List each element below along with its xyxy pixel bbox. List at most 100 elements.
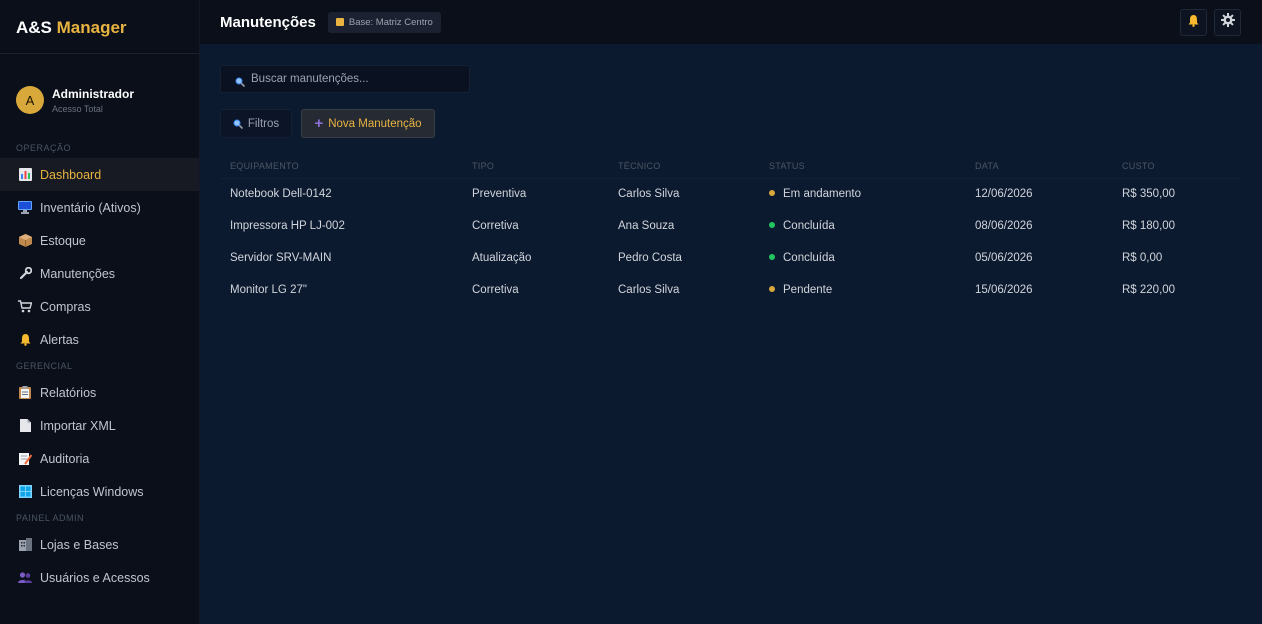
status-dot bbox=[769, 221, 775, 228]
sidebar-item-label: Relatórios bbox=[40, 385, 97, 400]
settings-button[interactable] bbox=[1214, 9, 1241, 36]
cell-data: 15/06/2026 bbox=[975, 284, 1033, 296]
user-role: Acesso Total bbox=[52, 103, 103, 114]
sidebar-item-label: Manutenções bbox=[40, 266, 116, 281]
status-dot bbox=[769, 253, 775, 260]
sidebar-item-lojas-e-bases[interactable]: Lojas e Bases bbox=[0, 528, 199, 561]
status-dot bbox=[769, 190, 775, 197]
sidebar: A&S Manager A Administrador Acesso Total… bbox=[0, 0, 200, 624]
status-label: Concluída bbox=[783, 220, 835, 232]
memo-icon bbox=[18, 452, 32, 466]
cell-tecnico: Carlos Silva bbox=[618, 284, 680, 296]
new-maintenance-button[interactable]: + Nova Manutenção bbox=[301, 109, 435, 138]
cell-tipo: Preventiva bbox=[472, 188, 527, 201]
bell-icon bbox=[18, 333, 32, 347]
column-header-data[interactable]: DATA bbox=[965, 155, 1112, 179]
users-icon bbox=[18, 571, 32, 585]
section-title-painel-admin: PAINEL ADMIN bbox=[16, 513, 85, 523]
sidebar-item-inventario[interactable]: Inventário (Ativos) bbox=[0, 191, 199, 224]
sidebar-item-usuarios-e-acessos[interactable]: Usuários e Acessos bbox=[0, 561, 199, 594]
sidebar-item-dashboard[interactable]: Dashboard bbox=[0, 158, 199, 191]
brand-logo: A&S Manager bbox=[0, 0, 199, 54]
cell-data: 08/06/2026 bbox=[975, 220, 1033, 232]
cell-status: Concluída bbox=[759, 210, 965, 242]
top-bar: Manutenções Base: Matriz Centro bbox=[200, 0, 1262, 44]
cell-equipamento: Notebook Dell-0142 bbox=[230, 188, 332, 201]
cell-custo: R$ 220,00 bbox=[1122, 284, 1176, 296]
document-icon bbox=[18, 419, 32, 433]
sidebar-item-compras[interactable]: Compras bbox=[0, 290, 199, 323]
box-icon bbox=[18, 234, 32, 248]
sidebar-item-licencas-windows[interactable]: Licenças Windows bbox=[0, 475, 199, 508]
base-badge-label: Base: Matriz Centro bbox=[348, 16, 433, 28]
filter-button-label: Filtros bbox=[247, 117, 280, 130]
base-badge: Base: Matriz Centro bbox=[327, 11, 441, 33]
section-title-operacao: OPERAÇÃO bbox=[16, 143, 72, 153]
brand-name-part1: A&S bbox=[16, 18, 52, 37]
sidebar-item-label: Inventário (Ativos) bbox=[40, 200, 141, 215]
sidebar-item-alertas[interactable]: Alertas bbox=[0, 323, 199, 356]
column-header-status[interactable]: STATUS bbox=[759, 155, 965, 179]
cell-equipamento: Monitor LG 27" bbox=[230, 284, 307, 296]
table-row[interactable]: Notebook Dell-0142 Preventiva Carlos Sil… bbox=[220, 178, 1240, 210]
cell-data: 12/06/2026 bbox=[975, 188, 1033, 201]
sidebar-item-relatorios[interactable]: Relatórios bbox=[0, 376, 199, 409]
building-icon bbox=[18, 538, 32, 552]
cell-tipo: Corretiva bbox=[472, 220, 519, 232]
sidebar-item-label: Licenças Windows bbox=[40, 484, 144, 499]
sidebar-item-importar-xml[interactable]: Importar XML bbox=[0, 409, 199, 442]
table-header-row: EQUIPAMENTO TIPO TÉCNICO STATUS DATA CUS… bbox=[220, 155, 1240, 179]
sidebar-item-label: Usuários e Acessos bbox=[40, 570, 150, 585]
notifications-button[interactable] bbox=[1180, 9, 1207, 36]
sidebar-item-label: Importar XML bbox=[40, 418, 116, 433]
section-title-gerencial: GERENCIAL bbox=[16, 361, 73, 371]
search-input[interactable] bbox=[251, 73, 451, 85]
lock-icon bbox=[335, 18, 344, 26]
sidebar-item-label: Lojas e Bases bbox=[40, 537, 119, 552]
sidebar-item-label: Auditoria bbox=[40, 451, 90, 466]
cell-tecnico: Ana Souza bbox=[618, 220, 675, 232]
filter-button[interactable]: Filtros bbox=[220, 109, 292, 138]
column-header-tipo[interactable]: TIPO bbox=[462, 155, 608, 179]
status-label: Em andamento bbox=[783, 188, 861, 201]
new-maintenance-button-label: Nova Manutenção bbox=[328, 117, 422, 130]
table-row[interactable]: Impressora HP LJ-002 Corretiva Ana Souza… bbox=[220, 210, 1240, 242]
column-header-tecnico[interactable]: TÉCNICO bbox=[608, 155, 759, 179]
cell-equipamento: Servidor SRV-MAIN bbox=[230, 252, 332, 264]
maintenance-table: EQUIPAMENTO TIPO TÉCNICO STATUS DATA CUS… bbox=[220, 155, 1240, 306]
plus-icon: + bbox=[314, 115, 324, 132]
cell-data: 05/06/2026 bbox=[975, 252, 1033, 264]
user-profile: A Administrador Acesso Total bbox=[0, 54, 199, 126]
column-header-equipamento[interactable]: EQUIPAMENTO bbox=[220, 155, 462, 179]
search-icon bbox=[235, 74, 246, 88]
cart-icon bbox=[18, 300, 32, 314]
avatar: A bbox=[16, 86, 44, 114]
cell-custo: R$ 350,00 bbox=[1122, 188, 1176, 201]
search-icon bbox=[233, 119, 243, 129]
cell-tipo: Corretiva bbox=[472, 284, 519, 296]
status-label: Concluída bbox=[783, 252, 835, 264]
table-row[interactable]: Monitor LG 27" Corretiva Carlos Silva Pe… bbox=[220, 274, 1240, 306]
table-row[interactable]: Servidor SRV-MAIN Atualização Pedro Cost… bbox=[220, 242, 1240, 274]
chart-icon bbox=[18, 168, 32, 182]
sidebar-item-estoque[interactable]: Estoque bbox=[0, 224, 199, 257]
cell-tipo: Atualização bbox=[472, 252, 532, 264]
sidebar-item-label: Alertas bbox=[40, 332, 79, 347]
user-name: Administrador bbox=[52, 86, 135, 101]
cell-custo: R$ 180,00 bbox=[1122, 220, 1176, 232]
cell-equipamento: Impressora HP LJ-002 bbox=[230, 220, 345, 232]
column-header-custo[interactable]: CUSTO bbox=[1112, 155, 1240, 179]
sidebar-item-manutencoes[interactable]: Manutenções bbox=[0, 257, 199, 290]
sidebar-item-auditoria[interactable]: Auditoria bbox=[0, 442, 199, 475]
status-dot bbox=[769, 285, 775, 292]
cell-status: Concluída bbox=[759, 242, 965, 274]
status-label: Pendente bbox=[783, 284, 833, 296]
cell-status: Em andamento bbox=[759, 178, 965, 210]
bell-icon bbox=[1187, 14, 1200, 32]
gear-icon bbox=[1220, 13, 1235, 32]
monitor-icon bbox=[18, 201, 32, 215]
sidebar-item-label: Dashboard bbox=[40, 167, 102, 182]
cell-tecnico: Carlos Silva bbox=[618, 188, 680, 201]
cell-status: Pendente bbox=[759, 274, 965, 306]
search-box[interactable] bbox=[220, 65, 470, 93]
